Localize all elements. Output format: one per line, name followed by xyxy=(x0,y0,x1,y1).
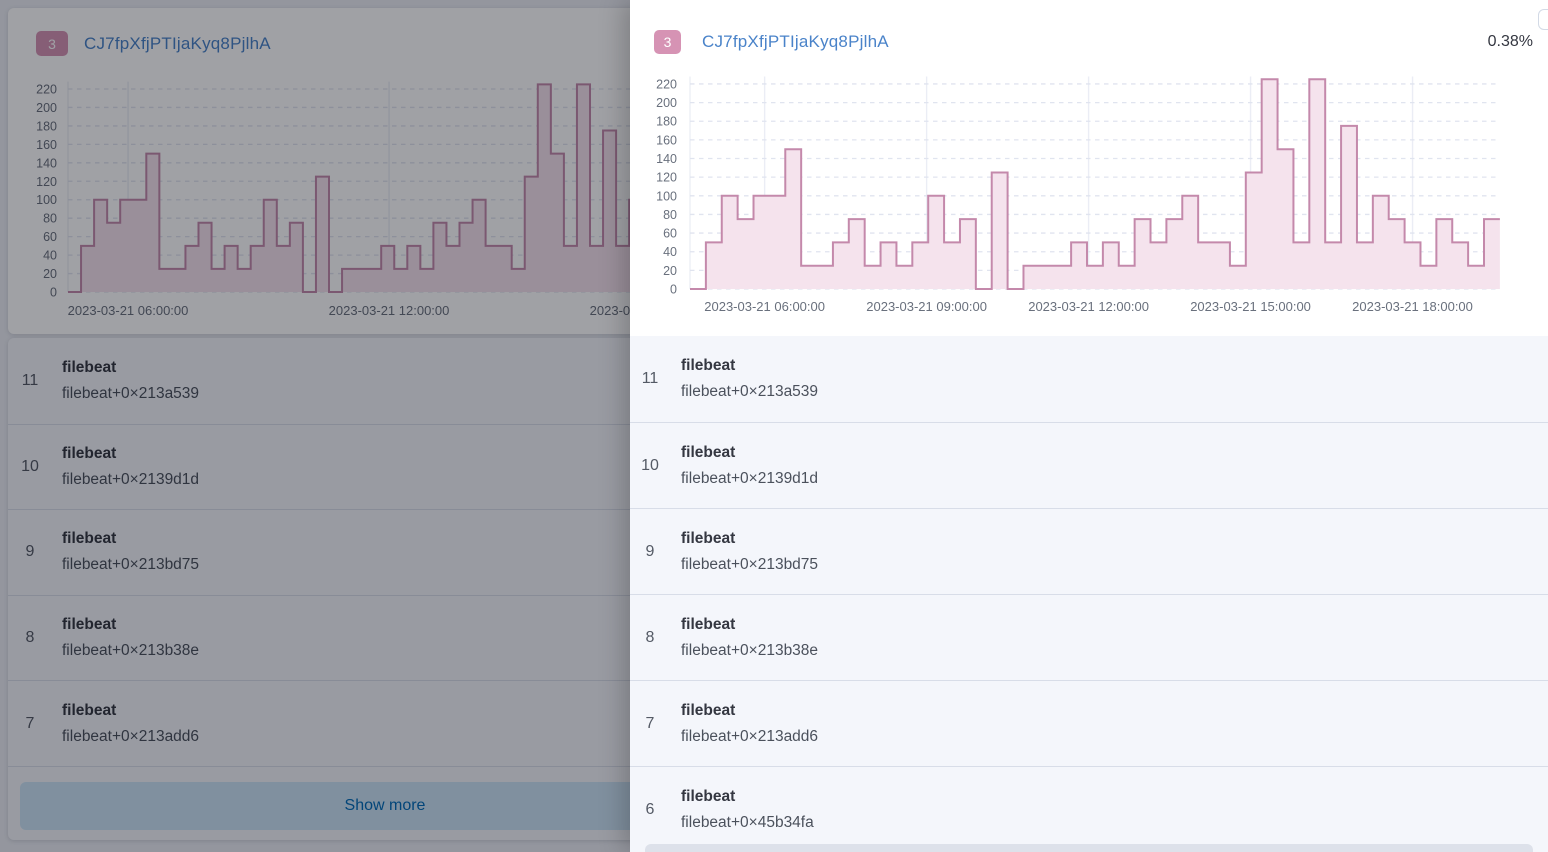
x-axis-tick-label: 2023-03-21 15:00:00 xyxy=(1190,299,1311,314)
frame-address: filebeat+0×213add6 xyxy=(681,728,818,746)
frame-executable: filebeat xyxy=(681,616,818,634)
stacktrace-histogram-chart: 0 20 40 60 80 100 120 140 160 180 200 220 2023-03-21… xyxy=(630,70,1548,320)
trace-flyout: 3 CJ7fpXfjPTIjaKyq8PjlhA 0.38% 020406080… xyxy=(630,0,1548,852)
frame-row[interactable]: 7 filebeat filebeat+0×213add6 xyxy=(630,680,1548,766)
frame-text: filebeat filebeat+0×45b34fa xyxy=(681,788,814,832)
y-axis-tick-label: 200 xyxy=(656,96,677,110)
frame-executable: filebeat xyxy=(681,788,814,806)
frame-text: filebeat filebeat+0×213add6 xyxy=(681,702,818,746)
frame-executable: filebeat xyxy=(681,357,818,375)
frame-executable: filebeat xyxy=(681,444,818,462)
frame-row[interactable]: 9 filebeat filebeat+0×213bd75 xyxy=(630,508,1548,594)
frame-rank: 7 xyxy=(630,715,670,733)
frame-row[interactable]: 6 filebeat filebeat+0×45b34fa xyxy=(630,766,1548,852)
frame-executable: filebeat xyxy=(681,530,818,548)
frame-text: filebeat filebeat+0×213b38e xyxy=(681,616,818,660)
frame-executable: filebeat xyxy=(681,702,818,720)
partial-pill-button[interactable] xyxy=(1538,9,1548,30)
x-axis-tick-label: 2023-03-21 09:00:00 xyxy=(866,299,987,314)
x-axis-tick-label: 2023-03-21 12:00:00 xyxy=(1028,299,1149,314)
y-axis-tick-label: 20 xyxy=(663,264,677,278)
y-axis-tick-label: 60 xyxy=(663,227,677,241)
frame-rank: 8 xyxy=(630,629,670,647)
frame-rank: 11 xyxy=(630,370,670,388)
y-axis-tick-label: 0 xyxy=(670,283,677,297)
sample-percentage: 0.38% xyxy=(1488,33,1533,51)
y-axis-tick-label: 220 xyxy=(656,77,677,91)
frame-rank: 6 xyxy=(630,801,670,819)
frame-address: filebeat+0×213bd75 xyxy=(681,556,818,574)
y-axis-tick-label: 160 xyxy=(656,133,677,147)
y-axis-tick-label: 120 xyxy=(656,171,677,185)
frame-address: filebeat+0×2139d1d xyxy=(681,470,818,488)
x-axis-tick-label: 2023-03-21 18:00:00 xyxy=(1352,299,1473,314)
x-axis-tick-label: 2023-03-21 06:00:00 xyxy=(704,299,825,314)
frame-row[interactable]: 10 filebeat filebeat+0×2139d1d xyxy=(630,422,1548,508)
rank-badge: 3 xyxy=(654,30,681,54)
frame-row[interactable]: 11 filebeat filebeat+0×213a539 xyxy=(630,336,1548,422)
frame-list: 11filebeatfilebeat+0×213a53910filebeatfi… xyxy=(630,336,1548,852)
partial-next-element[interactable] xyxy=(645,844,1533,852)
frame-address: filebeat+0×213b38e xyxy=(681,642,818,660)
y-axis-tick-label: 40 xyxy=(663,245,677,259)
frame-rank: 9 xyxy=(630,543,670,561)
y-axis-tick-label: 80 xyxy=(663,208,677,222)
frame-row[interactable]: 8 filebeat filebeat+0×213b38e xyxy=(630,594,1548,680)
frame-rank: 10 xyxy=(630,457,670,475)
frame-address: filebeat+0×213a539 xyxy=(681,383,818,401)
frame-list-section: 11filebeatfilebeat+0×213a53910filebeatfi… xyxy=(630,336,1548,852)
y-axis-tick-label: 140 xyxy=(656,152,677,166)
frame-text: filebeat filebeat+0×213bd75 xyxy=(681,530,818,574)
frame-text: filebeat filebeat+0×2139d1d xyxy=(681,444,818,488)
frame-address: filebeat+0×45b34fa xyxy=(681,814,814,832)
y-axis-tick-label: 180 xyxy=(656,115,677,129)
trace-id-link[interactable]: CJ7fpXfjPTIjaKyq8PjlhA xyxy=(702,32,889,52)
rank-badge-label: 3 xyxy=(664,34,672,50)
y-axis-tick-label: 100 xyxy=(656,189,677,203)
frame-text: filebeat filebeat+0×213a539 xyxy=(681,357,818,401)
